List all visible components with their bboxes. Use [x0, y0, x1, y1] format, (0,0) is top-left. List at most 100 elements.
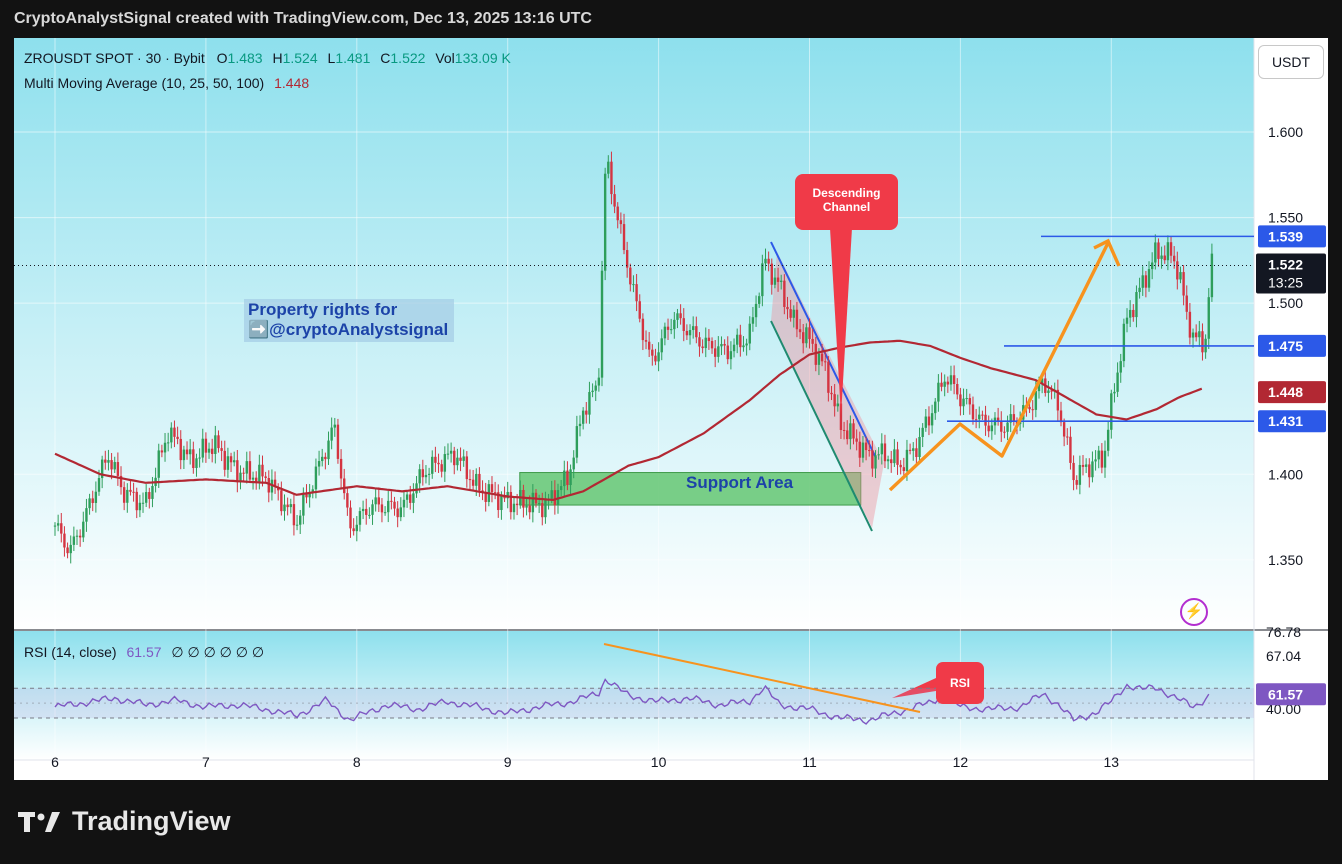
candle-body — [207, 448, 211, 453]
candle-body — [833, 394, 836, 407]
ma-legend[interactable]: Multi Moving Average (10, 25, 50, 100) 1… — [24, 75, 309, 91]
descending-channel-callout: Descending Channel — [795, 174, 898, 230]
candle-body — [1122, 323, 1126, 362]
candle-body — [1176, 261, 1179, 280]
candle-body — [324, 456, 327, 460]
candle-body — [248, 461, 252, 480]
candle-body — [632, 284, 635, 286]
symbol-legend[interactable]: ZROUSDT SPOT · 30 · Bybit O1.483 H1.524 … — [24, 50, 511, 66]
candle-body — [1125, 317, 1129, 324]
high-value: 1.524 — [282, 50, 318, 66]
candle-body — [60, 523, 63, 534]
candle-body — [974, 419, 978, 421]
candle-body — [465, 456, 469, 480]
candle-body — [842, 429, 846, 431]
low-value: 1.481 — [335, 50, 371, 66]
candle-body — [63, 533, 66, 548]
candle-body — [144, 492, 148, 503]
candle-body — [713, 348, 717, 357]
candle-body — [673, 319, 676, 330]
candle-body — [679, 313, 682, 319]
candle-body — [471, 479, 475, 486]
brand-name: TradingView — [72, 806, 231, 836]
candle-body — [330, 427, 333, 441]
candle-body — [339, 458, 343, 479]
candle-body — [1169, 242, 1173, 256]
candle-body — [707, 337, 711, 342]
currency-button[interactable]: USDT — [1258, 45, 1324, 79]
candle-body — [346, 493, 349, 508]
candle-body — [874, 455, 877, 469]
candle-body — [160, 450, 164, 453]
candle-body — [877, 454, 880, 456]
candle-body — [886, 459, 890, 462]
candle-body — [1201, 331, 1204, 353]
candle-body — [783, 280, 786, 307]
candle-body — [1003, 431, 1006, 433]
candle-body — [1210, 253, 1214, 298]
candle-body — [827, 361, 830, 393]
lightning-icon[interactable]: ⚡ — [1180, 598, 1208, 626]
chart-panel[interactable]: 1.600 1.550 1.500 1.400 1.350 76.78 67.04 40.00… — [14, 38, 1328, 780]
candle-body — [1110, 393, 1113, 430]
candle-body — [475, 473, 478, 486]
candle-body — [75, 535, 79, 537]
price-chart[interactable]: 1.6001.5501.5001.4001.35076.7867.0440.00… — [14, 38, 1328, 780]
candle-body — [321, 456, 324, 462]
rsi-legend[interactable]: RSI (14, close) 61.57 ∅ ∅ ∅ ∅ ∅ ∅ — [24, 644, 264, 661]
candle-body — [1034, 391, 1038, 410]
candle-body — [616, 206, 619, 221]
candle-body — [280, 490, 283, 512]
candle-body — [305, 494, 308, 498]
candle-body — [289, 504, 292, 508]
candle-body — [798, 329, 802, 333]
candle-body — [478, 473, 481, 491]
candle-body — [770, 263, 773, 285]
support-area-label: Support Area — [686, 473, 794, 492]
candle-body — [830, 392, 833, 395]
candle-body — [163, 442, 167, 453]
candle-body — [745, 343, 748, 346]
candle-body — [569, 469, 572, 486]
candle-body — [1198, 331, 1201, 338]
candle-body — [210, 448, 214, 454]
candle-body — [412, 493, 415, 503]
candle-body — [427, 473, 431, 475]
candle-body — [952, 375, 956, 384]
candle-body — [600, 270, 604, 378]
current-price-tag: 1.522 — [1268, 256, 1303, 272]
candle-body — [126, 489, 129, 503]
candle-body — [449, 450, 453, 454]
candle-body — [644, 340, 648, 342]
x-tick-label-7: 13 — [1104, 754, 1120, 770]
candle-body — [1106, 429, 1110, 451]
candle-body — [217, 435, 220, 449]
candle-body — [729, 351, 733, 360]
candle-body — [688, 330, 692, 336]
candle-body — [647, 341, 651, 350]
candle-body — [1179, 272, 1182, 280]
candle-body — [371, 504, 374, 515]
candle-body — [302, 494, 305, 516]
rsi-tick-label-1: 67.04 — [1266, 648, 1301, 664]
candle-body — [629, 267, 632, 285]
candle-body — [795, 309, 799, 330]
candle-body — [437, 462, 440, 465]
candle-body — [110, 460, 113, 470]
candle-body — [1072, 462, 1075, 481]
candle-body — [151, 485, 154, 499]
candle-body — [836, 403, 839, 407]
candle-body — [654, 355, 657, 362]
y-tick-label-4: 1.350 — [1268, 552, 1303, 568]
candle-body — [754, 303, 758, 318]
x-tick-label-6: 12 — [953, 754, 969, 770]
candle-body — [761, 263, 764, 297]
candle-body — [742, 345, 745, 348]
candle-body — [405, 494, 409, 500]
candle-body — [971, 404, 975, 420]
candle-body — [462, 456, 465, 461]
candle-body — [1059, 410, 1063, 423]
candle-body — [1062, 422, 1066, 437]
candle-body — [594, 385, 597, 391]
candle-body — [69, 544, 72, 554]
